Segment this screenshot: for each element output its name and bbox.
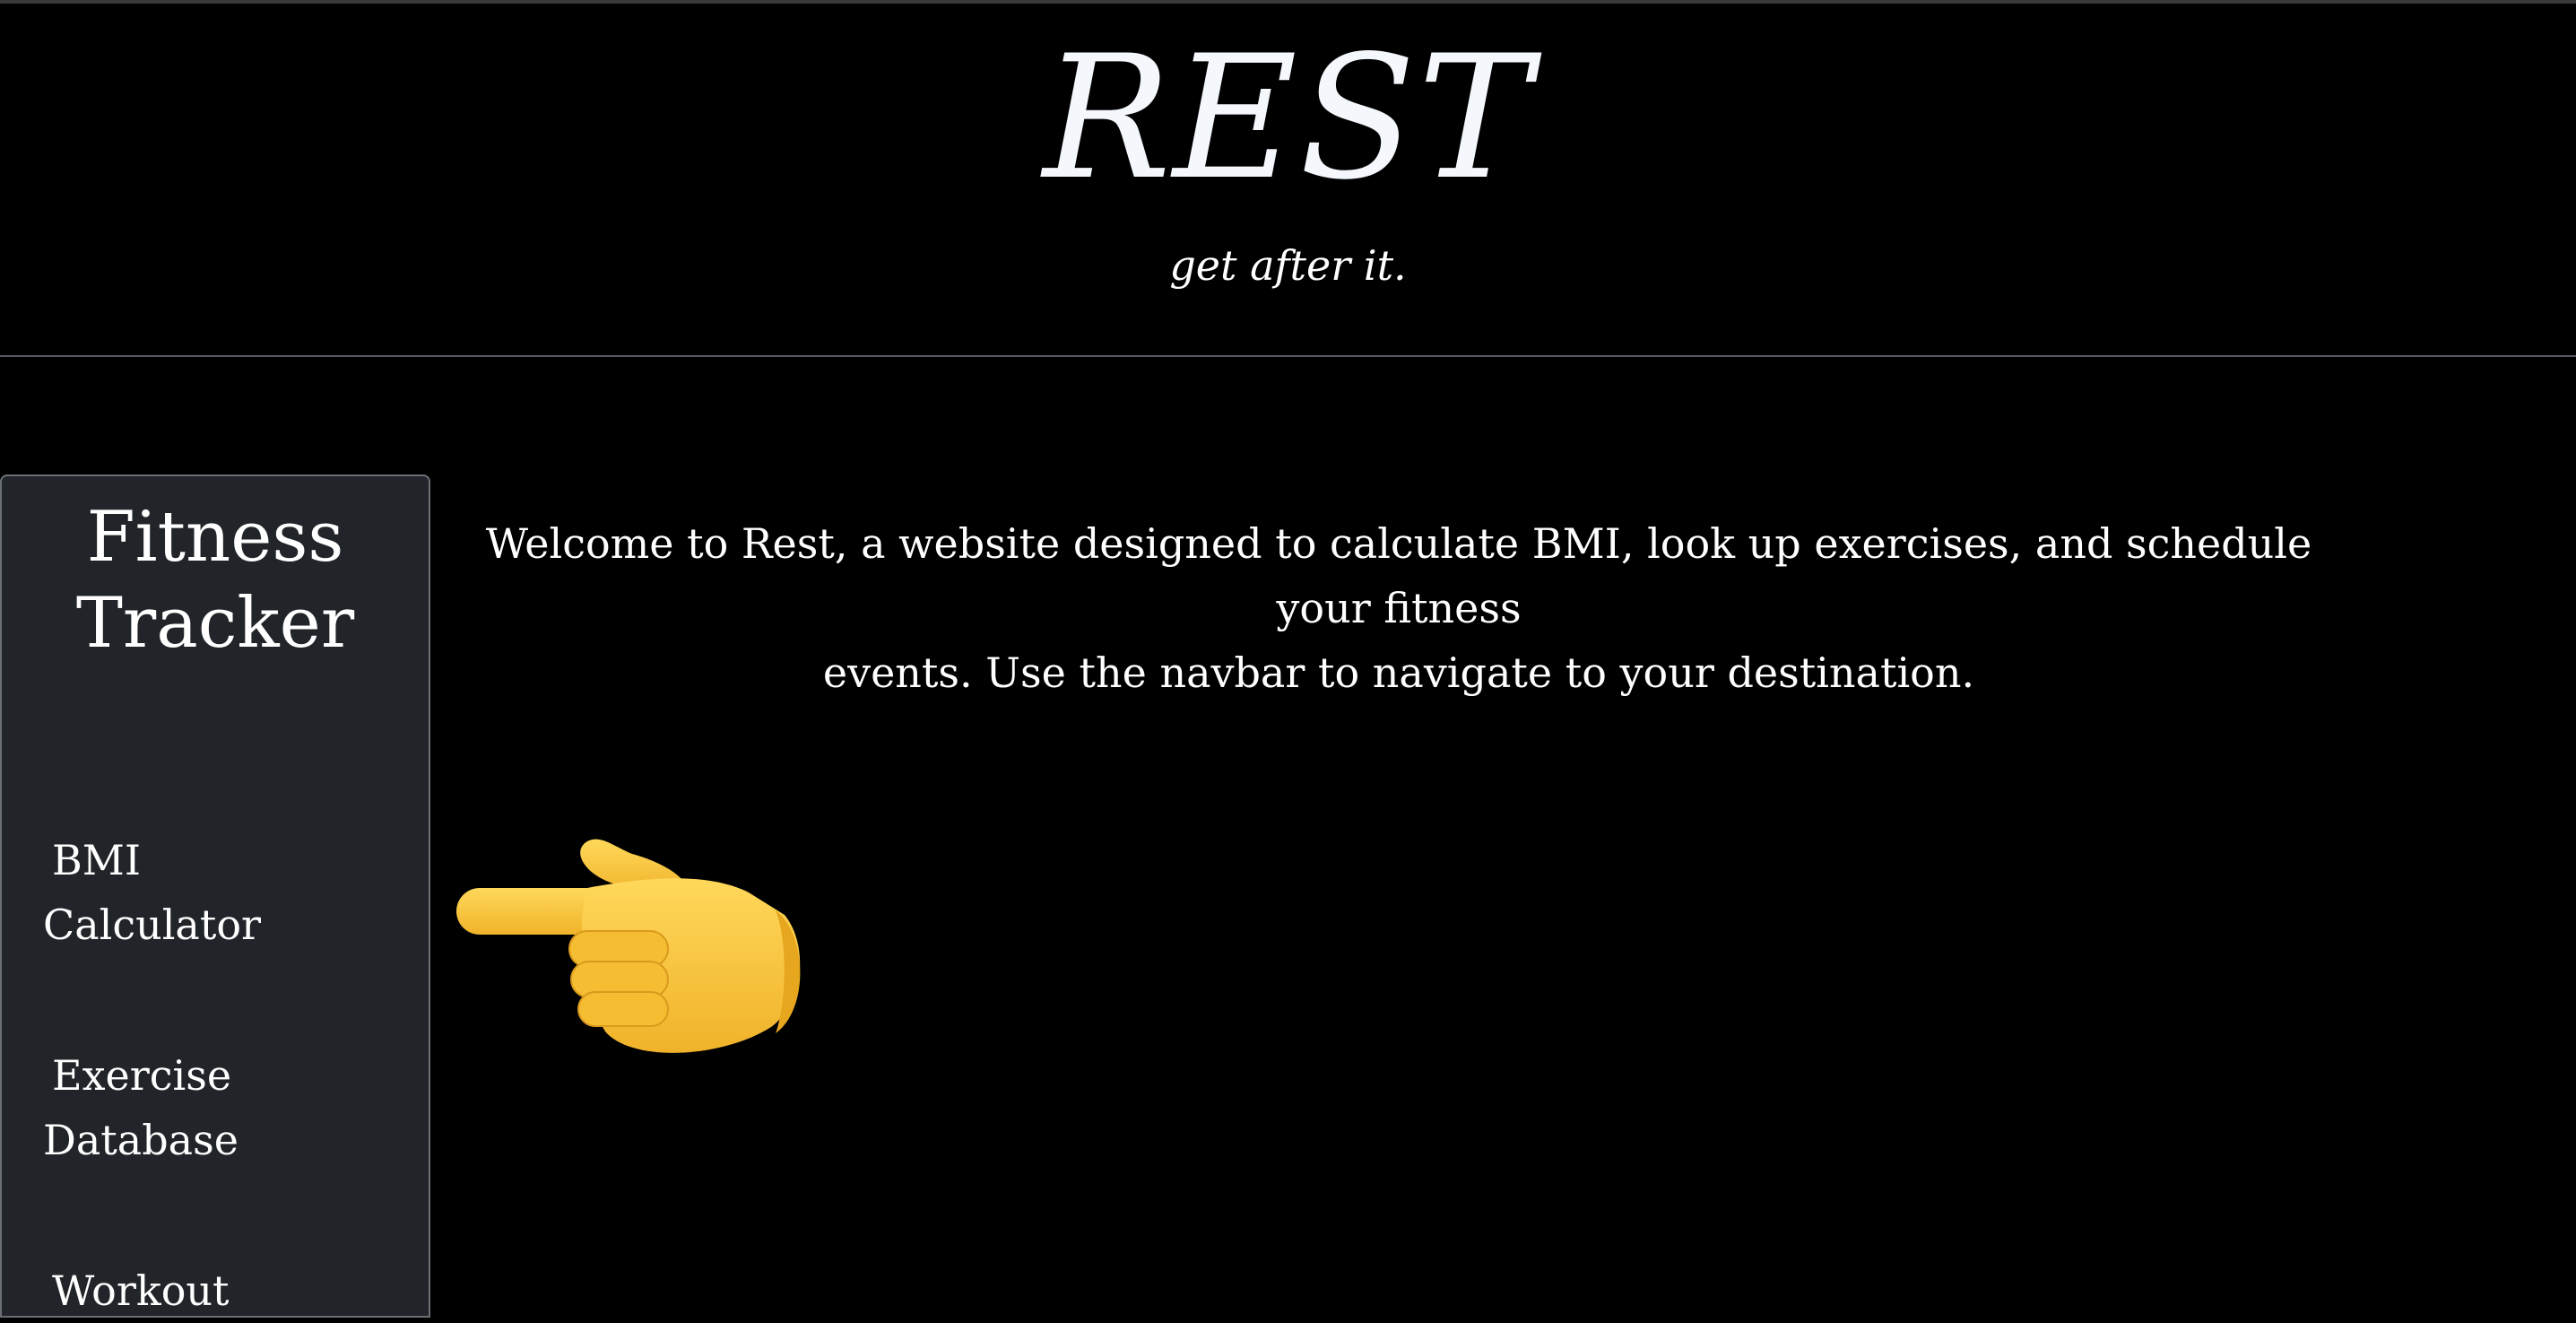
nav-link-label-line2: Calculator xyxy=(43,901,262,949)
nav-link-label-line2: Database xyxy=(43,1116,239,1164)
nav-link-label-line1: Workout xyxy=(52,1266,230,1315)
welcome-line2: events. Use the navbar to navigate to yo… xyxy=(822,648,1975,697)
welcome-line1: Welcome to Rest, a website designed to c… xyxy=(485,519,2312,632)
sidebar-title-line1: Fitness xyxy=(86,497,344,578)
site-header: REST get after it. xyxy=(0,4,2576,357)
sidebar-title-line2: Tracker xyxy=(75,583,355,664)
sidebar-title: Fitness Tracker xyxy=(2,494,429,666)
nav-link-workout[interactable]: Workout xyxy=(43,1258,420,1323)
nav-link-label-line1: Exercise xyxy=(52,1051,232,1100)
nav-link-label-line1: BMI xyxy=(52,836,142,884)
sidebar-navbar: Fitness Tracker BMI Calculator Exercise … xyxy=(0,474,430,1318)
nav-link-bmi-calculator[interactable]: BMI Calculator xyxy=(43,828,420,957)
nav-link-exercise-database[interactable]: Exercise Database xyxy=(43,1043,420,1172)
welcome-message: Welcome to Rest, a website designed to c… xyxy=(448,511,2349,705)
brand-tagline: get after it. xyxy=(1169,241,1407,290)
brand-title: REST xyxy=(1043,19,1533,217)
backhand-index-pointing-left-icon xyxy=(453,825,811,1058)
